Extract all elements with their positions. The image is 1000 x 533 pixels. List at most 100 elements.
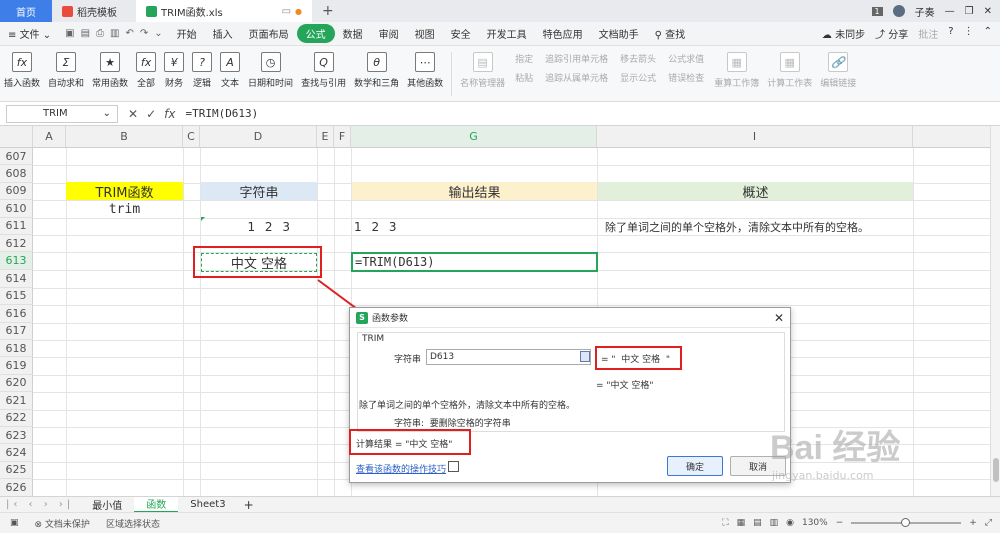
row-header-625[interactable]: 625 [0, 461, 33, 480]
col-header-b[interactable]: B [66, 126, 183, 148]
row-header-621[interactable]: 621 [0, 392, 33, 410]
row-header-618[interactable]: 618 [0, 340, 33, 358]
restore-icon[interactable]: ❐ [965, 6, 974, 17]
page-layout-icon[interactable]: ▤ [753, 518, 762, 528]
menu-tab-9[interactable]: 特色应用 [535, 26, 591, 41]
ribbon-button-ribbon-buttons-3[interactable]: fx 全部 [132, 52, 160, 89]
zoom-slider[interactable] [851, 518, 962, 527]
share-button[interactable]: ⤴ 分享 [875, 26, 908, 41]
menu-tab-8[interactable]: 开发工具 [479, 26, 535, 41]
row-header-624[interactable]: 624 [0, 444, 33, 462]
ref-select-icon[interactable] [580, 351, 590, 362]
col-header-g[interactable]: G [351, 126, 597, 148]
row-header-622[interactable]: 622 [0, 409, 33, 427]
zoom-slider-handle[interactable] [901, 518, 911, 527]
ribbon-button-ribbon-buttons-1[interactable]: Σ 自动求和 [44, 52, 88, 89]
page-break-icon[interactable]: ▥ [770, 518, 779, 528]
scrollbar-thumb[interactable] [993, 458, 999, 482]
cell-g611[interactable]: 1 2 3 [354, 218, 594, 236]
menu-tab-5[interactable]: 审阅 [371, 26, 407, 41]
ribbon-button-ribbon-buttons-8[interactable]: Q 查找与引用 [297, 52, 350, 89]
ribbon-small-button[interactable]: 追踪引用单元格 [545, 52, 608, 65]
ribbon-button-ribbon-buttons-4[interactable]: ¥ 财务 [160, 52, 188, 89]
menu-tab-7[interactable]: 安全 [443, 26, 479, 41]
cell-g613[interactable]: =TRIM(D613) [351, 252, 598, 272]
ribbon-button-ribbon-buttons-5[interactable]: ? 逻辑 [188, 52, 216, 89]
cell-i609[interactable]: 概述 [598, 182, 913, 201]
tab-home[interactable]: 首页 [0, 0, 52, 22]
zoom-fit-icon[interactable]: ⤢ [985, 518, 992, 528]
cell-d611[interactable]: 1 2 3 [201, 218, 317, 236]
row-header-617[interactable]: 617 [0, 322, 33, 340]
fx-icon[interactable]: fx [164, 107, 175, 121]
ribbon-small-button[interactable]: 显示公式 [620, 71, 656, 84]
row-header-612[interactable]: 612 [0, 235, 33, 253]
normal-view-icon[interactable]: ▦ [737, 518, 746, 528]
col-header-d[interactable]: D [200, 126, 317, 148]
close-icon[interactable]: ✕ [984, 6, 992, 17]
menu-tab-0[interactable]: 开始 [169, 26, 205, 41]
row-header-608[interactable]: 608 [0, 165, 33, 183]
cell-b610[interactable]: trim [66, 200, 183, 218]
menu-tab-4[interactable]: 数据 [335, 26, 371, 41]
ribbon-button-ribbon-buttons-9[interactable]: θ 数学和三角 [350, 52, 403, 89]
row-header-614[interactable]: 614 [0, 270, 33, 288]
collapse-ribbon-icon[interactable]: ⌃ [984, 26, 992, 41]
fullscreen-icon[interactable]: ⛶ [722, 518, 728, 528]
sync-status[interactable]: ☁ 未同步 [822, 26, 865, 41]
ribbon-button-ribbon-right_buttons-1[interactable]: ▦ 计算工作表 [763, 52, 816, 89]
page-count-badge[interactable]: 1 [871, 6, 883, 16]
close-icon[interactable]: ✕ [774, 311, 784, 325]
cell-b609[interactable]: TRIM函数 [66, 182, 183, 201]
ribbon-button-ribbon-buttons-0[interactable]: fx 插入函数 [0, 52, 44, 89]
col-header-i[interactable]: I [597, 126, 913, 148]
ribbon-button-ribbon-disabled_buttons-0[interactable]: ▤ 名称管理器 [456, 52, 509, 89]
row-header-610[interactable]: 610 [0, 200, 33, 218]
monitor-icon[interactable]: ▭ [282, 6, 291, 17]
help-link[interactable]: 查看该函数的操作技巧 [356, 462, 446, 475]
help-icon[interactable]: ? [948, 26, 953, 41]
macro-icon[interactable]: ▣ [0, 518, 29, 528]
row-header-623[interactable]: 623 [0, 427, 33, 445]
confirm-formula-icon[interactable]: ✓ [146, 107, 156, 121]
zoom-level[interactable]: 130% [802, 518, 828, 528]
row-header-615[interactable]: 615 [0, 287, 33, 306]
vertical-scrollbar[interactable] [990, 126, 1000, 496]
row-header-616[interactable]: 616 [0, 305, 33, 323]
more-icon[interactable]: ⋮ [964, 26, 974, 41]
redo-icon[interactable]: ↷ [140, 28, 148, 39]
row-header-611[interactable]: 611 [0, 217, 33, 235]
search-button[interactable]: ⚲ 查找 [647, 26, 694, 41]
arg-input[interactable]: D613 [426, 349, 591, 365]
sheet-tab-functions[interactable]: 函数 [134, 496, 179, 513]
user-name[interactable]: 子奏 [915, 4, 935, 19]
cell-i611[interactable]: 除了单词之间的单个空格外，清除文本中所有的空格。 [605, 218, 910, 236]
col-header-e[interactable]: E [317, 126, 334, 148]
chevron-down-icon[interactable]: ⌄ [103, 108, 111, 119]
col-header-a[interactable]: A [33, 126, 66, 148]
cancel-button[interactable]: 取消 [730, 456, 786, 476]
ok-button[interactable]: 确定 [667, 456, 723, 476]
menu-tab-10[interactable]: 文档助手 [591, 26, 647, 41]
print-preview-icon[interactable]: ▤ [81, 28, 90, 39]
tab-docer-templates[interactable]: 稻壳模板 [52, 0, 136, 22]
row-header-609[interactable]: 609 [0, 182, 33, 201]
menu-tab-2[interactable]: 页面布局 [241, 26, 297, 41]
customize-icon[interactable]: ⌄ [154, 28, 162, 39]
sheet-tab-min[interactable]: 最小值 [80, 497, 134, 512]
ribbon-small-button[interactable]: 移去箭头 [620, 52, 656, 65]
row-header-626[interactable]: 626 [0, 479, 33, 496]
undo-icon[interactable]: ↶ [125, 28, 133, 39]
tab-active-workbook[interactable]: TRIM函数.xls ▭ ● [136, 0, 312, 22]
sheet-tab-sheet3[interactable]: Sheet3 [178, 499, 237, 510]
row-header-607[interactable]: 607 [0, 148, 33, 166]
ribbon-small-button[interactable]: 指定 [515, 52, 533, 65]
add-sheet-button[interactable]: + [238, 498, 260, 512]
menu-tab-6[interactable]: 视图 [407, 26, 443, 41]
avatar[interactable] [892, 5, 905, 17]
ribbon-button-ribbon-buttons-2[interactable]: ★ 常用函数 [88, 52, 132, 89]
ribbon-button-ribbon-right_buttons-0[interactable]: ▦ 重算工作簿 [710, 52, 763, 89]
video-icon[interactable] [448, 461, 459, 472]
ribbon-small-button[interactable]: 粘贴 [515, 71, 533, 84]
ribbon-button-ribbon-buttons-7[interactable]: ◷ 日期和时间 [244, 52, 297, 89]
